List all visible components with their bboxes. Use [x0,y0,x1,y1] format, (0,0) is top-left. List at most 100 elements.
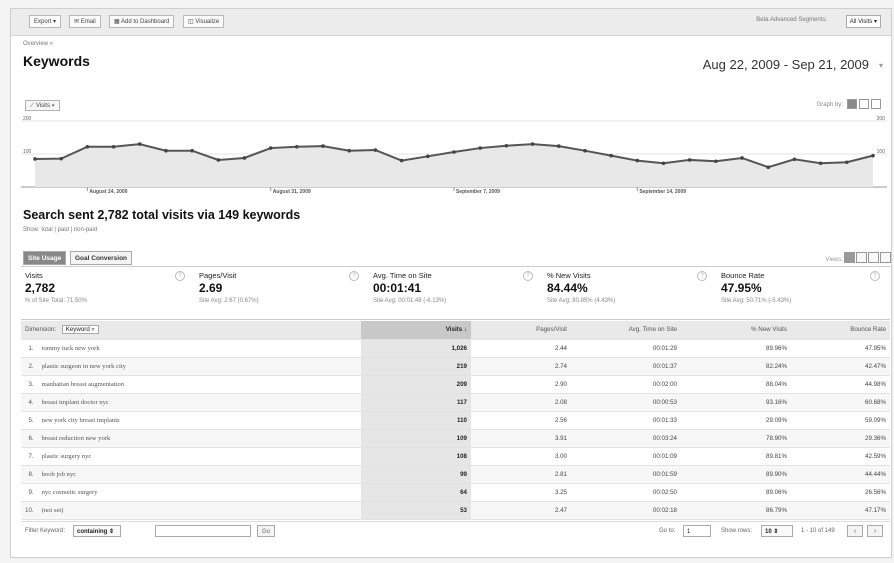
cell-pages-visit: 2.90 [471,375,571,394]
cell-pages-visit: 2.74 [471,357,571,376]
goto-input[interactable]: 1 [683,525,711,537]
keywords-table: Dimension: Keyword ▿ Visits ↓ Pages/Visi… [21,321,890,520]
help-icon[interactable]: ? [697,271,707,281]
scorecard-sub: Site Avg: 50.71% (-5.43%) [721,298,792,304]
tab-site-usage[interactable]: Site Usage [23,251,67,265]
filter-input[interactable] [155,525,251,537]
visits-data-point [818,161,823,166]
scorecard-label: Pages/Visit [199,271,237,280]
cell-pages-visit: 3.91 [471,429,571,448]
filter-go-button[interactable]: Go [257,525,276,537]
export-label: Export [34,19,52,25]
keyword-link[interactable]: nyc cosmetic surgery [37,483,361,502]
chevron-down-icon[interactable]: ▾ [879,61,883,70]
export-button[interactable]: Export ▾ [29,15,62,28]
keyword-link[interactable]: (not set) [37,501,361,520]
cell-visits: 108 [361,447,471,466]
visits-data-point [373,148,378,152]
visits-data-point [59,156,63,161]
visits-data-point [792,157,797,162]
breadcrumb[interactable]: Overview » [23,41,53,47]
scorecard-sub: Site Avg: 80.85% (4.43%) [547,298,616,304]
segments-select[interactable]: All Visits ▾ [845,15,881,28]
visits-data-point [268,146,273,150]
scorecard-value: 84.44% [547,281,588,295]
cell-avg-time: 00:01:29 [571,339,681,358]
dimension-select[interactable]: Keyword ▿ [61,325,99,335]
comparison-view-icon[interactable] [880,252,891,263]
date-range-picker[interactable]: Aug 22, 2009 - Sep 21, 2009 [703,57,869,72]
graph-by-day-icon[interactable] [847,99,857,109]
row-index: 10. [21,501,38,520]
column-header-bounce-rate[interactable]: Bounce Rate [791,321,890,340]
cell-bounce-rate: 60.68% [791,393,890,412]
cell-visits: 117 [361,393,471,412]
keyword-link[interactable]: breast reduction new york [37,429,361,448]
row-index: 9. [21,483,38,502]
cell-avg-time: 00:02:18 [571,501,681,520]
cell-bounce-rate: 29.36% [791,429,890,448]
y-tick-label: 100 [23,149,32,155]
visualize-button[interactable]: ◫ Visualize [183,15,225,28]
column-header-avg-time[interactable]: Avg. Time on Site [571,321,681,340]
filter-mode-select[interactable]: containing ⇕ [73,525,121,537]
scorecard-value: 2,782 [25,281,56,295]
dashboard-icon: ▦ [114,19,120,25]
visits-data-point [661,161,666,166]
visits-data-point [33,157,37,161]
pagination-range: 1 - 10 of 149 [801,528,835,534]
tab-goal-conversion[interactable]: Goal Conversion [70,251,133,265]
y-tick-label: 200 [23,116,32,122]
add-dashboard-button[interactable]: ▦ Add to Dashboard [109,15,175,28]
scorecard-visits: Visits 2,782 % of Site Total: 71.50% ? [21,267,195,319]
keyword-link[interactable]: plastic surgeon in new york city [37,357,361,376]
cell-visits: 1,026 [361,339,471,358]
scorecard-avg-time: Avg. Time on Site 00:01:41 Site Avg: 00:… [369,267,543,319]
table-header-row: Dimension: Keyword ▿ Visits ↓ Pages/Visi… [21,321,890,340]
keyword-link[interactable]: tommy tuck new york [37,339,361,358]
analytics-frame: Export ▾ ✉ Email ▦ Add to Dashboard ◫ Vi… [10,8,892,558]
email-button[interactable]: ✉ Email [69,15,101,28]
cell-bounce-rate: 47.17% [791,501,890,520]
bar-view-icon[interactable] [868,252,879,263]
cell-bounce-rate: 59.09% [791,411,890,430]
email-label: Email [80,19,96,25]
graph-by-week-icon[interactable] [859,99,869,109]
cell-visits: 219 [361,357,471,376]
cell-new-visits: 86.79% [681,501,791,520]
keyword-link[interactable]: manhattan breast augmentation [37,375,361,394]
show-options[interactable]: total | paid | non-paid [41,227,97,233]
graph-by-month-icon[interactable] [871,99,881,109]
cell-new-visits: 93.16% [681,393,791,412]
scorecard-bounce-rate: Bounce Rate 47.95% Site Avg: 50.71% (-5.… [717,267,890,319]
help-icon[interactable]: ? [175,271,185,281]
show-rows-select[interactable]: 10 ⇕ [761,525,793,537]
row-index: 6. [21,429,38,448]
add-dashboard-label: Add to Dashboard [121,19,170,25]
pie-view-icon[interactable] [856,252,867,263]
keyword-link[interactable]: breast implant doctor nyc [37,393,361,412]
keyword-link[interactable]: plastic surgery nyc [37,447,361,466]
keyword-link[interactable]: boob job nyc [37,465,361,484]
cell-bounce-rate: 42.47% [791,357,890,376]
next-page-button[interactable]: › [867,525,883,537]
table-view-icon[interactable] [844,252,855,263]
graph-metric-button[interactable]: ⟋ Visits ▾ [25,100,60,111]
help-icon[interactable]: ? [870,271,880,281]
keyword-link[interactable]: new york city breast implants [37,411,361,430]
cell-new-visits: 29.09% [681,411,791,430]
goto-label: Go to: [659,528,676,534]
help-icon[interactable]: ? [523,271,533,281]
prev-page-button[interactable]: ‹ [847,525,863,537]
column-header-pages-visit[interactable]: Pages/Visit [471,321,571,340]
help-icon[interactable]: ? [349,271,359,281]
table-row: 4. breast implant doctor nyc 117 2.08 00:00:… [21,393,890,412]
visits-data-point [426,154,430,159]
visits-data-point [845,160,849,165]
visits-data-point [478,146,482,150]
column-header-visits[interactable]: Visits ↓ [361,321,471,340]
column-header-new-visits[interactable]: % New Visits [681,321,791,340]
x-tick-label: August 24, 2009 [89,189,127,195]
cell-avg-time: 00:03:24 [571,429,681,448]
row-index: 4. [21,393,38,412]
